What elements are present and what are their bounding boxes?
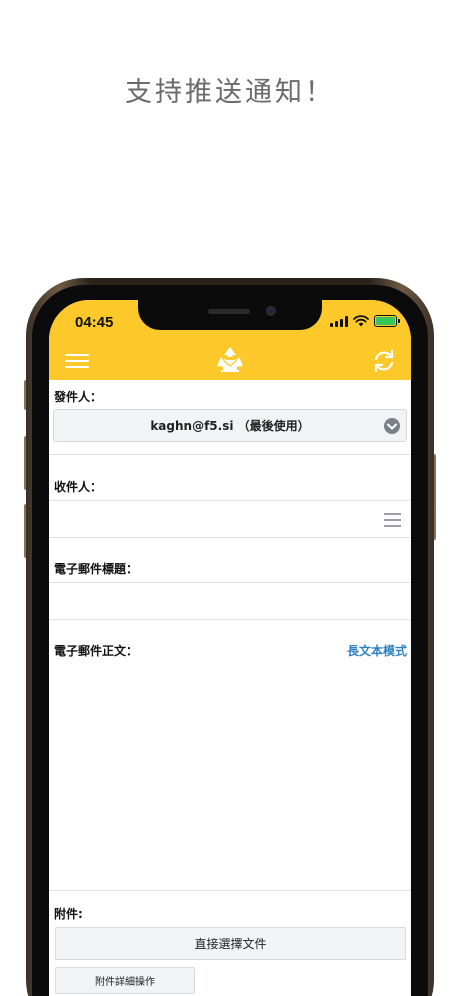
contact-list-icon[interactable] <box>384 513 401 527</box>
refresh-icon[interactable] <box>371 348 397 374</box>
attachment-ops-button[interactable]: 附件詳細操作 <box>55 967 195 994</box>
choose-file-button[interactable]: 直接選擇文件 <box>55 927 406 960</box>
subject-label: 電子郵件標題： <box>54 562 139 576</box>
signal-icon <box>330 316 348 327</box>
battery-icon <box>374 315 400 327</box>
recipient-input[interactable] <box>49 501 411 537</box>
divider <box>49 619 411 620</box>
status-icons <box>330 315 400 327</box>
app-bar <box>49 346 411 380</box>
front-camera <box>266 306 276 316</box>
promo-headline: 支持推送通知！ <box>125 77 335 108</box>
sender-label: 發件人： <box>54 390 103 404</box>
long-text-mode-link[interactable]: 長文本模式 <box>347 642 407 659</box>
speaker-grille <box>208 309 250 314</box>
recycle-mail-icon <box>217 347 243 372</box>
recipient-label: 收件人： <box>54 480 103 494</box>
chevron-down-icon[interactable] <box>384 418 400 434</box>
phone-screen: 04:45 發件人： kaghn@f5.si （最後使用） 收件人： 電子郵件標… <box>49 300 411 996</box>
attachment-label: 附件: <box>54 907 83 921</box>
divider <box>49 890 411 891</box>
divider <box>49 537 411 538</box>
sender-select[interactable]: kaghn@f5.si （最後使用） <box>53 409 407 442</box>
status-time: 04:45 <box>75 314 114 331</box>
divider <box>49 454 411 455</box>
subject-input[interactable] <box>49 583 411 619</box>
status-bar: 04:45 <box>49 300 411 346</box>
compose-form: 發件人： kaghn@f5.si （最後使用） 收件人： 電子郵件標題： 電子郵… <box>49 380 411 996</box>
notch <box>138 300 322 330</box>
body-textarea[interactable] <box>49 664 411 890</box>
hamburger-icon[interactable] <box>65 352 89 370</box>
sender-value: kaghn@f5.si （最後使用） <box>150 419 310 433</box>
wifi-icon <box>353 315 369 327</box>
body-label: 電子郵件正文： <box>54 644 139 658</box>
